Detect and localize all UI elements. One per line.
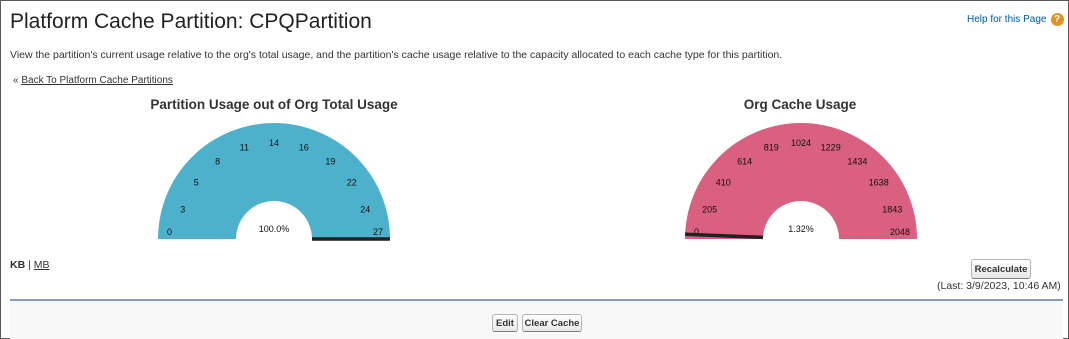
partition-gauge-tick-label: 14 [269, 138, 279, 148]
unit-toggle: KB | MB [10, 259, 50, 271]
org-gauge-tick-label: 1638 [869, 178, 889, 188]
partition-gauge-tick-label: 0 [167, 227, 172, 237]
page-title: Platform Cache Partition: CPQPartition [10, 10, 372, 33]
partition-gauge-tick-label: 27 [373, 227, 383, 237]
org-gauge-tick-label: 1229 [821, 143, 841, 153]
unit-separator: | [28, 259, 31, 271]
back-link[interactable]: Back To Platform Cache Partitions [21, 75, 173, 86]
partition-gauge-tick-label: 24 [360, 204, 370, 214]
partition-usage-gauge: 0 3 5 8 11 14 16 19 22 24 27 100.0% [158, 123, 390, 241]
org-gauge-tick-label: 205 [702, 204, 717, 214]
back-link-row: « Back To Platform Cache Partitions [13, 75, 173, 86]
unit-mb-link[interactable]: MB [34, 259, 50, 271]
org-gauge-tick-label: 819 [764, 143, 779, 153]
unit-kb: KB [10, 259, 26, 271]
recalculate-button[interactable]: Recalculate [971, 259, 1031, 279]
partition-gauge-tick-label: 8 [215, 156, 220, 166]
partition-gauge-tick-label: 3 [180, 204, 185, 214]
help-link[interactable]: Help for this Page [967, 14, 1047, 25]
question-icon[interactable]: ? [1050, 13, 1064, 26]
back-arrow: « [13, 75, 19, 86]
partition-gauge-title: Partition Usage out of Org Total Usage [150, 97, 398, 112]
org-gauge-tick-label: 2048 [890, 227, 910, 237]
page-description: View the partition's current usage relat… [10, 49, 783, 61]
org-gauge-tick-label: 1434 [847, 156, 867, 166]
help-link-group[interactable]: Help for this Page ? [967, 13, 1064, 26]
partition-gauge-tick-label: 16 [299, 143, 309, 153]
org-gauge-title: Org Cache Usage [743, 97, 857, 112]
clear-cache-button[interactable]: Clear Cache [522, 314, 582, 332]
last-recalculated: (Last: 3/9/2023, 10:46 AM) [937, 280, 1061, 292]
org-gauge-tick-label: 410 [716, 178, 731, 188]
partition-gauge-tick-label: 19 [325, 156, 335, 166]
org-gauge-value: 1.32% [788, 224, 814, 234]
org-gauge-tick-label: 614 [737, 156, 752, 166]
org-gauge-tick-label: 1843 [882, 204, 902, 214]
partition-gauge-value: 100.0% [259, 224, 290, 234]
partition-gauge-tick-label: 11 [240, 143, 249, 153]
org-cache-usage-gauge: 0205410614819 1024 122914341638184320481.3… [685, 123, 917, 240]
partition-gauge-tick-label: 22 [347, 178, 357, 188]
edit-button[interactable]: Edit [492, 314, 518, 332]
partition-gauge-tick-label: 5 [194, 178, 199, 188]
org-gauge-tick-label: 1024 [791, 138, 811, 148]
